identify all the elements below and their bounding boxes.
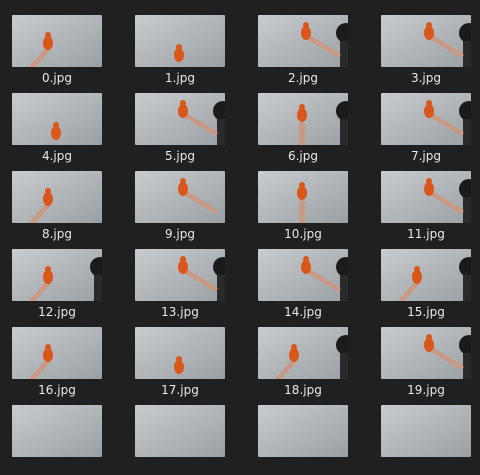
file-tile[interactable]: 17.jpg <box>135 327 225 397</box>
file-thumbnail[interactable] <box>258 249 348 301</box>
file-name-label: 5.jpg <box>164 149 196 163</box>
file-thumbnail[interactable] <box>258 15 348 67</box>
file-name-label: 9.jpg <box>164 227 196 241</box>
file-thumbnail[interactable] <box>381 93 471 145</box>
file-tile[interactable]: 13.jpg <box>135 249 225 319</box>
file-thumbnail[interactable] <box>258 93 348 145</box>
file-thumbnail[interactable] <box>12 171 102 223</box>
file-name-label: 3.jpg <box>410 71 442 85</box>
file-thumbnail[interactable] <box>381 405 471 457</box>
file-grid: 0.jpg 1.jpg 2.jpg 3.jpg 4.jpg 5.jpg 6.jpg 7.jpg… <box>0 0 480 457</box>
file-thumbnail[interactable] <box>12 15 102 67</box>
file-thumbnail[interactable] <box>381 327 471 379</box>
file-thumbnail[interactable] <box>258 405 348 457</box>
file-tile[interactable] <box>135 405 225 475</box>
file-tile[interactable]: 15.jpg <box>381 249 471 319</box>
file-tile[interactable] <box>12 405 102 475</box>
file-tile[interactable]: 16.jpg <box>12 327 102 397</box>
file-name-label: 15.jpg <box>407 305 445 319</box>
file-name-label: 10.jpg <box>284 227 322 241</box>
file-name-label: 14.jpg <box>284 305 322 319</box>
file-tile[interactable]: 6.jpg <box>258 93 348 163</box>
file-tile[interactable]: 0.jpg <box>12 15 102 85</box>
file-name-label: 1.jpg <box>164 71 196 85</box>
file-tile[interactable] <box>258 405 348 475</box>
file-name-label: 19.jpg <box>407 383 445 397</box>
file-thumbnail[interactable] <box>135 249 225 301</box>
file-thumbnail[interactable] <box>12 405 102 457</box>
file-name-label: 11.jpg <box>407 227 445 241</box>
file-tile[interactable]: 8.jpg <box>12 171 102 241</box>
file-tile[interactable]: 14.jpg <box>258 249 348 319</box>
file-thumbnail[interactable] <box>258 327 348 379</box>
file-thumbnail[interactable] <box>12 327 102 379</box>
file-name-label: 16.jpg <box>38 383 76 397</box>
file-name-label: 17.jpg <box>161 383 199 397</box>
file-name-label: 6.jpg <box>287 149 319 163</box>
file-name-label: 13.jpg <box>161 305 199 319</box>
file-thumbnail[interactable] <box>135 15 225 67</box>
file-thumbnail[interactable] <box>12 93 102 145</box>
file-tile[interactable]: 3.jpg <box>381 15 471 85</box>
file-tile[interactable]: 19.jpg <box>381 327 471 397</box>
file-tile[interactable]: 4.jpg <box>12 93 102 163</box>
file-thumbnail[interactable] <box>12 249 102 301</box>
file-name-label: 8.jpg <box>41 227 73 241</box>
file-name-label: 7.jpg <box>410 149 442 163</box>
file-thumbnail[interactable] <box>258 171 348 223</box>
file-tile[interactable]: 1.jpg <box>135 15 225 85</box>
file-tile[interactable]: 10.jpg <box>258 171 348 241</box>
file-name-label: 12.jpg <box>38 305 76 319</box>
file-thumbnail[interactable] <box>381 249 471 301</box>
file-thumbnail[interactable] <box>135 171 225 223</box>
file-tile[interactable] <box>381 405 471 475</box>
file-thumbnail[interactable] <box>135 405 225 457</box>
file-name-label: 0.jpg <box>41 71 73 85</box>
file-tile[interactable]: 2.jpg <box>258 15 348 85</box>
file-tile[interactable]: 18.jpg <box>258 327 348 397</box>
file-tile[interactable]: 7.jpg <box>381 93 471 163</box>
file-tile[interactable]: 12.jpg <box>12 249 102 319</box>
file-tile[interactable]: 5.jpg <box>135 93 225 163</box>
file-thumbnail[interactable] <box>135 327 225 379</box>
file-thumbnail[interactable] <box>381 15 471 67</box>
file-thumbnail[interactable] <box>381 171 471 223</box>
file-thumbnail[interactable] <box>135 93 225 145</box>
file-name-label: 2.jpg <box>287 71 319 85</box>
file-tile[interactable]: 11.jpg <box>381 171 471 241</box>
file-name-label: 4.jpg <box>41 149 73 163</box>
file-name-label: 18.jpg <box>284 383 322 397</box>
file-tile[interactable]: 9.jpg <box>135 171 225 241</box>
